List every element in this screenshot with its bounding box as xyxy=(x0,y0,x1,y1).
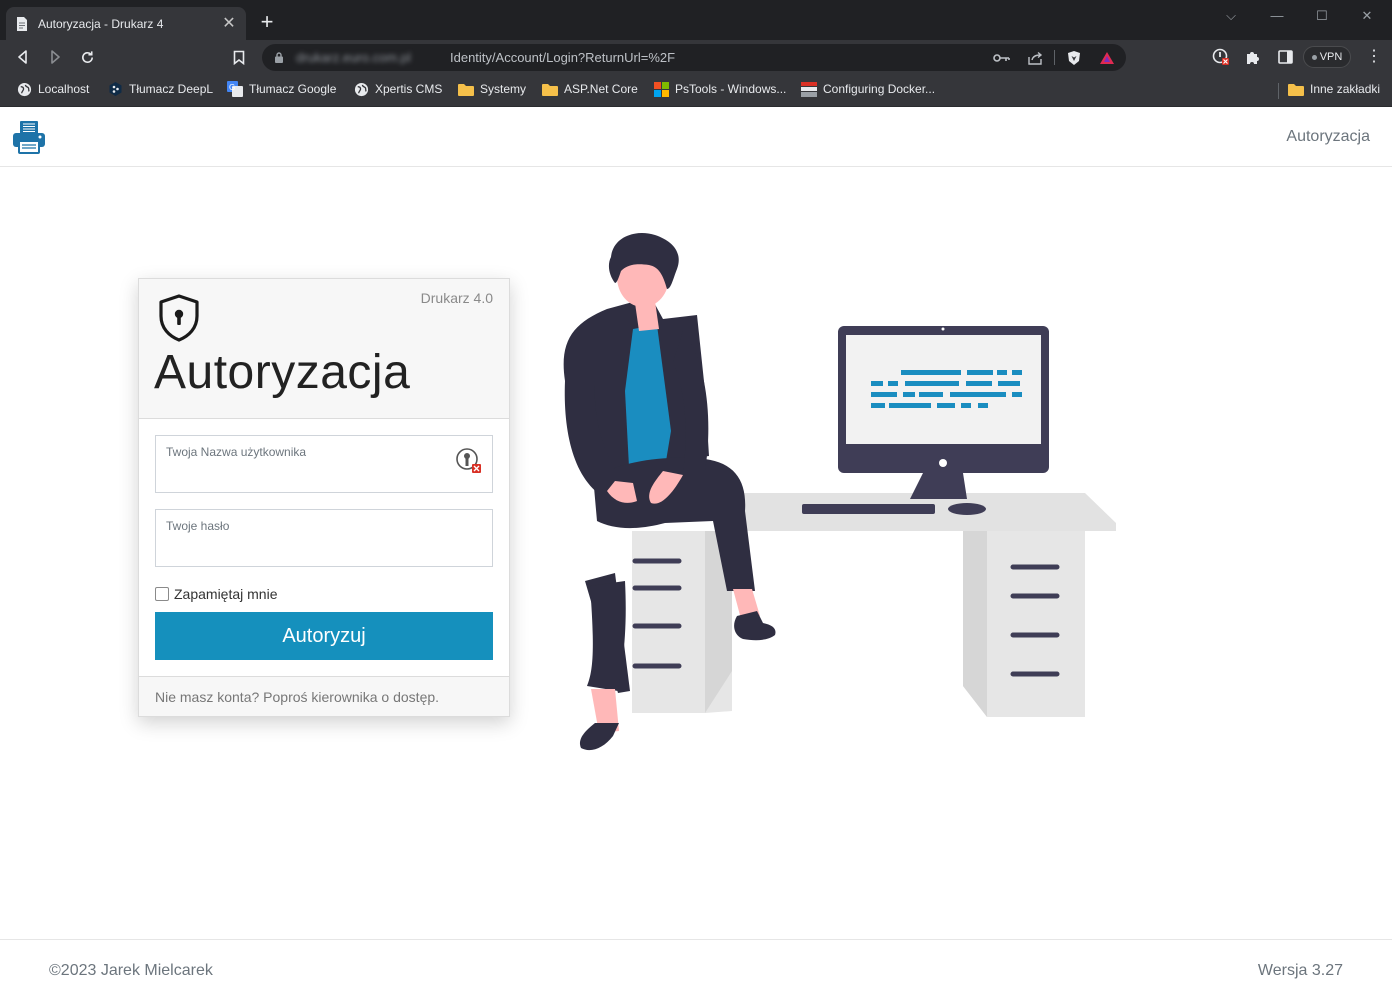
folder-icon xyxy=(542,81,558,97)
deepl-icon xyxy=(107,81,123,97)
password-field[interactable]: Twoje hasło xyxy=(155,509,493,567)
globe-icon xyxy=(353,81,369,97)
password-manager-icon[interactable] xyxy=(456,448,482,479)
bookmark-localhost[interactable]: Localhost xyxy=(16,81,89,97)
nav-login-link[interactable]: Autoryzacja xyxy=(1286,128,1370,146)
bookmark-label: Systemy xyxy=(480,82,527,96)
bookmark-label: Tłumacz Google xyxy=(249,82,337,96)
no-account-text: Nie masz konta? Poproś kierownika o dost… xyxy=(155,689,440,705)
folder-icon xyxy=(458,81,474,97)
maximize-button[interactable]: ☐ xyxy=(1312,8,1332,24)
password-input[interactable] xyxy=(165,538,455,560)
url-host: drukarz.euro.com.pl xyxy=(296,50,411,65)
globe-icon xyxy=(16,81,32,97)
tab-title: Autoryzacja - Drukarz 4 xyxy=(38,16,164,31)
omnibox-divider xyxy=(1054,50,1055,65)
username-label: Twoja Nazwa użytkownika xyxy=(166,445,307,459)
svg-text:G: G xyxy=(229,83,235,92)
bookmark-pstools[interactable]: PsTools - Windows... xyxy=(653,81,786,97)
brave-rewards-icon[interactable] xyxy=(1098,49,1116,67)
printer-logo-icon[interactable] xyxy=(12,120,46,159)
google-translate-icon: G xyxy=(227,81,243,97)
bookmark-icon[interactable] xyxy=(228,46,250,68)
remember-me-checkbox[interactable] xyxy=(155,587,169,601)
brave-shields-icon[interactable] xyxy=(1065,49,1083,67)
bookmark-configuring-docker[interactable]: Configuring Docker... xyxy=(801,81,935,97)
bookmark-label: ASP.Net Core xyxy=(564,82,638,96)
share-icon[interactable] xyxy=(1026,49,1044,67)
login-card: Drukarz 4.0 Autoryzacja Twoja Nazwa użyt… xyxy=(138,278,510,717)
browser-toolbar: drukarz.euro.com.pl Identity/Account/Log… xyxy=(0,40,1392,75)
bookmark-folder-systemy[interactable]: Systemy xyxy=(458,81,526,97)
docker-page-icon xyxy=(801,81,817,97)
menu-kebab-icon[interactable]: ⋮ xyxy=(1366,49,1382,65)
version-text: Wersja 3.27 xyxy=(1257,962,1343,979)
tab-search-icon[interactable]: ⌵ xyxy=(1221,8,1241,24)
app-version: Drukarz 4.0 xyxy=(420,290,493,306)
windows-icon xyxy=(653,81,669,97)
username-input[interactable] xyxy=(165,464,455,486)
key-icon[interactable] xyxy=(993,49,1011,67)
bookmark-label: Xpertis CMS xyxy=(375,82,443,96)
bookmark-google-translate[interactable]: G Tłumacz Google xyxy=(227,81,336,97)
extension-security-icon[interactable] xyxy=(1212,48,1230,66)
person-at-desk-illustration xyxy=(563,233,1116,751)
copyright-text: ©2023 Jarek Mielcarek xyxy=(49,962,213,979)
browser-titlebar: Autoryzacja - Drukarz 4 ✕ + ⌵ — ☐ ✕ xyxy=(0,0,1392,40)
folder-icon xyxy=(1288,81,1304,97)
page-footer: ©2023 Jarek Mielcarek Wersja 3.27 xyxy=(0,939,1392,1002)
tab-close-icon[interactable]: ✕ xyxy=(220,15,238,32)
side-panel-icon[interactable] xyxy=(1276,48,1294,66)
browser-tab[interactable]: Autoryzacja - Drukarz 4 ✕ xyxy=(6,7,246,40)
address-bar[interactable]: drukarz.euro.com.pl Identity/Account/Log… xyxy=(262,44,1126,71)
forward-icon[interactable] xyxy=(44,46,66,68)
bookmark-label: PsTools - Windows... xyxy=(675,82,787,96)
login-card-header: Drukarz 4.0 Autoryzacja xyxy=(139,279,509,419)
remember-me[interactable]: Zapamiętaj mnie xyxy=(155,586,278,602)
bookmark-label: Configuring Docker... xyxy=(823,82,936,96)
vpn-button[interactable]: VPN xyxy=(1303,46,1351,68)
back-icon[interactable] xyxy=(12,46,34,68)
bookmark-label: Localhost xyxy=(38,82,90,96)
bookmark-folder-aspnet-core[interactable]: ASP.Net Core xyxy=(542,81,638,97)
bookmark-deepl[interactable]: Tłumacz DeepL xyxy=(107,81,213,97)
bookmark-label: Inne zakładki xyxy=(1310,82,1381,96)
vpn-status-dot xyxy=(1311,54,1317,60)
login-submit-button[interactable]: Autoryzuj xyxy=(155,612,493,660)
extensions-puzzle-icon[interactable] xyxy=(1244,48,1262,66)
bookmark-xpertis-cms[interactable]: Xpertis CMS xyxy=(353,81,442,97)
close-window-button[interactable]: ✕ xyxy=(1357,8,1377,24)
login-card-footer: Nie masz konta? Poproś kierownika o dost… xyxy=(139,676,509,716)
bookmarks-bar: Localhost Tłumacz DeepL G Tłumacz Google… xyxy=(0,75,1392,107)
reload-icon[interactable] xyxy=(76,46,98,68)
username-field[interactable]: Twoja Nazwa użytkownika xyxy=(155,435,493,493)
minimize-button[interactable]: — xyxy=(1267,8,1287,23)
vpn-label: VPN xyxy=(1319,51,1343,63)
lock-icon[interactable] xyxy=(274,51,284,69)
bookmarks-separator xyxy=(1278,83,1279,99)
bookmark-label: Tłumacz DeepL xyxy=(129,82,214,96)
app-header: Autoryzacja xyxy=(0,107,1392,167)
shield-lock-icon xyxy=(157,293,201,348)
remember-me-label[interactable]: Zapamiętaj mnie xyxy=(174,586,278,602)
url-path: Identity/Account/Login?ReturnUrl=%2F xyxy=(450,50,676,65)
bookmark-other-folder[interactable]: Inne zakładki xyxy=(1288,81,1380,97)
new-tab-button[interactable]: + xyxy=(256,11,278,33)
password-label: Twoje hasło xyxy=(166,519,230,533)
document-icon xyxy=(14,16,30,32)
web-page: Autoryzacja Drukarz 4.0 Autoryzacja Twoj… xyxy=(0,107,1392,1002)
page-title: Autoryzacja xyxy=(154,346,411,399)
